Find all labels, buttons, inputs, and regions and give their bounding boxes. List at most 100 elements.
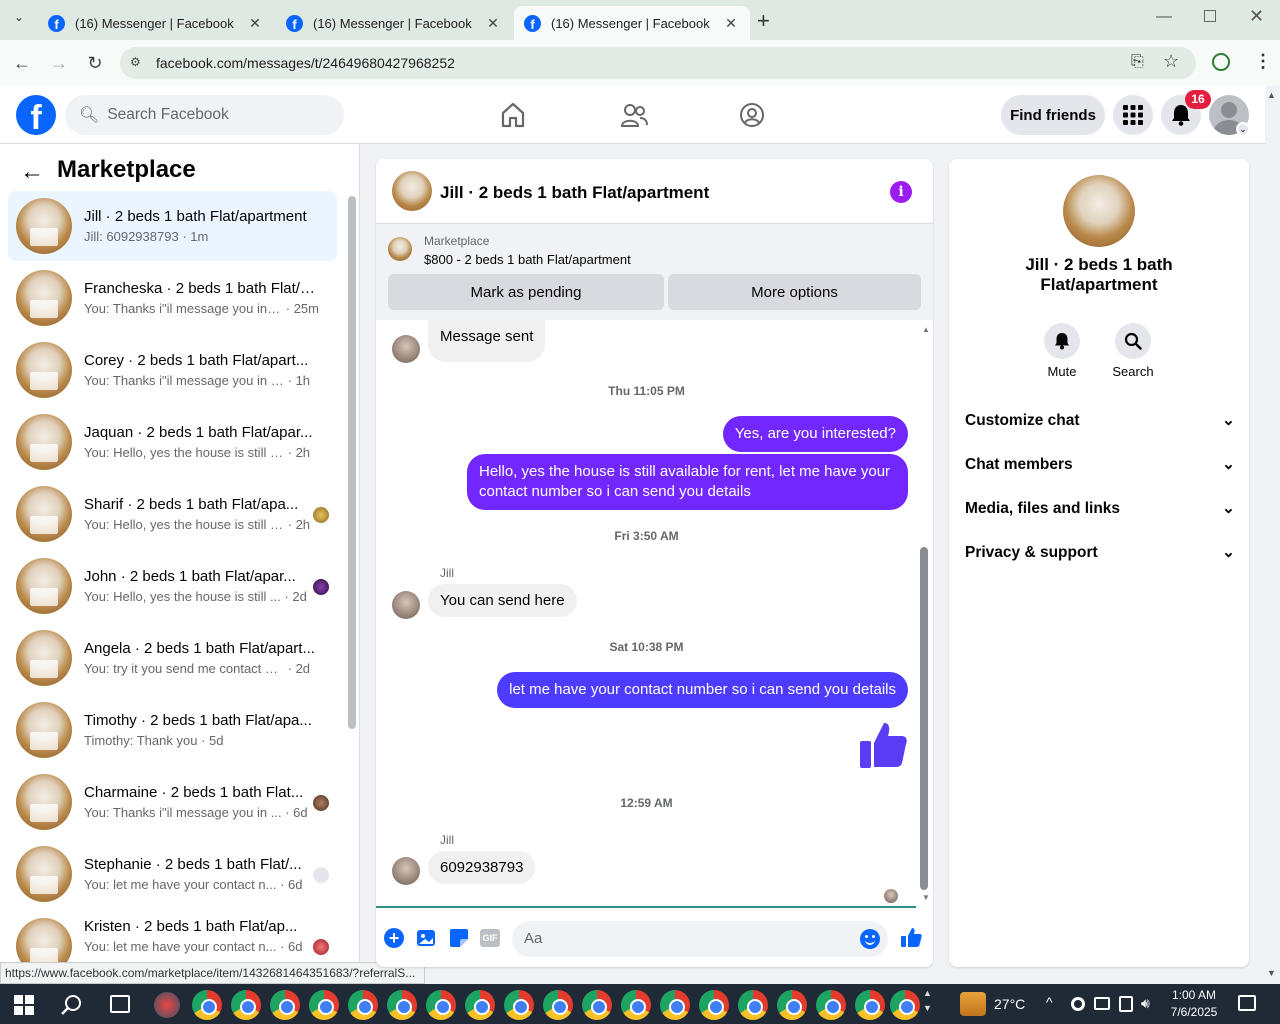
message-bubble-in[interactable]: Message sent — [428, 320, 546, 362]
scroll-down-arrow[interactable]: ▼ — [922, 893, 930, 902]
close-tab-icon[interactable]: ✕ — [722, 15, 740, 32]
listing-summary[interactable]: $800 - 2 beds 1 bath Flat/apartment — [424, 252, 631, 267]
chrome-taskbar-icon[interactable] — [543, 990, 573, 1020]
tray-status-icon[interactable] — [1071, 997, 1085, 1011]
chrome-taskbar-icon[interactable] — [231, 990, 261, 1020]
search-in-conversation-button[interactable] — [1115, 323, 1151, 359]
find-friends-button[interactable]: Find friends — [1001, 95, 1105, 135]
conversation-item-jill[interactable]: Jill · 2 beds 1 bath Flat/apartment Jill… — [8, 191, 337, 261]
taskbar-clock[interactable]: 1:00 AM 7/6/2025 — [1164, 987, 1224, 1021]
chrome-taskbar-icon[interactable] — [387, 990, 417, 1020]
conversation-info-icon[interactable]: i — [890, 181, 912, 203]
taskbar-app-icon[interactable] — [154, 992, 180, 1018]
chrome-taskbar-icon[interactable] — [309, 990, 339, 1020]
minimize-window-icon[interactable]: — — [1156, 8, 1172, 26]
profile-icon[interactable] — [1212, 53, 1230, 71]
close-window-icon[interactable]: ✕ — [1249, 6, 1264, 27]
message-bubble-out[interactable]: Yes, are you interested? — [722, 416, 908, 452]
close-tab-icon[interactable]: ✕ — [484, 15, 502, 32]
sticker-icon[interactable] — [448, 927, 470, 949]
chrome-taskbar-icon[interactable] — [426, 990, 456, 1020]
tab-search-dropdown[interactable]: ⌄ — [8, 10, 30, 32]
thumbs-up-sticker-icon[interactable] — [858, 719, 908, 769]
chrome-taskbar-icon[interactable] — [777, 990, 807, 1020]
taskbar-search-icon[interactable] — [60, 993, 84, 1017]
message-scrollbar[interactable]: ▲ ▼ — [918, 325, 930, 905]
message-bubble-out[interactable]: let me have your contact number so i can… — [497, 672, 908, 708]
browser-tab-2[interactable]: f (16) Messenger | Facebook ✕ — [276, 6, 512, 40]
new-tab-icon[interactable]: + — [757, 8, 770, 34]
network-icon[interactable] — [1094, 997, 1110, 1010]
conversation-item-jaquan[interactable]: Jaquan · 2 beds 1 bath Flat/apar... You:… — [8, 407, 337, 477]
conversation-item-timothy[interactable]: Timothy · 2 beds 1 bath Flat/apa... Timo… — [8, 695, 337, 765]
scroll-up-arrow[interactable]: ▲ — [922, 325, 930, 334]
back-arrow-icon[interactable]: ← — [20, 158, 44, 186]
chrome-taskbar-icon[interactable] — [738, 990, 768, 1020]
privacy-support-section[interactable]: Privacy & support ⌄ — [965, 543, 1235, 562]
page-scroll-up-arrow[interactable]: ▲ — [1267, 90, 1276, 100]
chrome-taskbar-icon[interactable] — [465, 990, 495, 1020]
chrome-taskbar-icon[interactable] — [348, 990, 378, 1020]
message-bubble-in[interactable]: You can send here — [428, 584, 577, 617]
site-info-icon[interactable]: ⚙ — [130, 55, 144, 69]
plus-icon[interactable]: + — [384, 928, 404, 948]
chrome-taskbar-icon[interactable] — [816, 990, 846, 1020]
browser-menu-icon[interactable]: ⋮ — [1254, 51, 1272, 72]
message-bubble-out[interactable]: Hello, yes the house is still available … — [467, 454, 908, 510]
install-app-icon[interactable]: ⎘ — [1131, 53, 1144, 71]
message-input[interactable]: Aa — [512, 921, 888, 957]
conversation-item-corey[interactable]: Corey · 2 beds 1 bath Flat/apart... You:… — [8, 335, 337, 405]
mute-button[interactable] — [1044, 323, 1080, 359]
home-icon[interactable] — [500, 101, 526, 129]
chrome-taskbar-icon[interactable] — [890, 990, 920, 1020]
reload-icon[interactable]: ↻ — [83, 52, 107, 74]
browser-tab-3-active[interactable]: f (16) Messenger | Facebook ✕ — [514, 6, 750, 40]
facebook-logo-icon[interactable]: f — [16, 95, 56, 135]
chevron-down-icon[interactable]: ⌄ — [1236, 122, 1250, 136]
meet-icon[interactable] — [1119, 996, 1133, 1012]
conversation-item-sharif[interactable]: Sharif · 2 beds 1 bath Flat/apa... You: … — [8, 479, 337, 549]
photo-icon[interactable] — [416, 928, 438, 948]
chat-members-section[interactable]: Chat members ⌄ — [965, 455, 1235, 474]
bookmark-star-icon[interactable]: ☆ — [1163, 51, 1179, 72]
browser-tab-1[interactable]: f (16) Messenger | Facebook ✕ — [38, 6, 274, 40]
chrome-taskbar-icon[interactable] — [504, 990, 534, 1020]
emoji-icon[interactable] — [860, 929, 880, 949]
chat-listing-thumbnail[interactable] — [392, 171, 432, 211]
chat-title[interactable]: Jill · 2 beds 1 bath Flat/apartment — [440, 183, 709, 203]
weather-temperature[interactable]: 27°C — [994, 996, 1025, 1012]
windows-start-icon[interactable] — [14, 995, 34, 1015]
taskbar-scroll-arrows[interactable]: ▲ ▼ — [923, 986, 932, 1016]
conversation-item-john[interactable]: John · 2 beds 1 bath Flat/apar... You: H… — [8, 551, 337, 621]
page-scroll-down-arrow[interactable]: ▼ — [1267, 968, 1276, 978]
chrome-taskbar-icon[interactable] — [699, 990, 729, 1020]
volume-icon[interactable]: 🔊︎ — [1141, 995, 1150, 1012]
forward-icon[interactable]: → — [47, 52, 71, 74]
conversation-item-stephanie[interactable]: Stephanie · 2 beds 1 bath Flat/... You: … — [8, 839, 337, 909]
customize-chat-section[interactable]: Customize chat ⌄ — [965, 411, 1235, 430]
conversation-item-angela[interactable]: Angela · 2 beds 1 bath Flat/apart... You… — [8, 623, 337, 693]
chrome-taskbar-icon[interactable] — [582, 990, 612, 1020]
back-icon[interactable]: ← — [10, 52, 34, 74]
listing-avatar[interactable] — [1063, 175, 1135, 247]
chrome-taskbar-icon[interactable] — [660, 990, 690, 1020]
mark-as-pending-button[interactable]: Mark as pending — [388, 274, 664, 310]
task-view-icon[interactable] — [110, 995, 130, 1013]
scroll-thumb[interactable] — [920, 547, 928, 890]
maximize-window-icon[interactable] — [1204, 10, 1216, 22]
address-bar[interactable]: facebook.com/messages/t/2464968042796825… — [120, 47, 1196, 79]
menu-grid-button[interactable] — [1113, 95, 1153, 135]
conversation-scrollbar[interactable] — [348, 196, 356, 729]
chrome-taskbar-icon[interactable] — [192, 990, 222, 1020]
send-like-icon[interactable] — [900, 926, 922, 948]
close-tab-icon[interactable]: ✕ — [246, 15, 264, 32]
chrome-taskbar-icon[interactable] — [270, 990, 300, 1020]
search-facebook-input[interactable]: 🔍︎ Search Facebook — [65, 95, 344, 135]
notification-center-icon[interactable] — [1238, 995, 1256, 1011]
groups-icon[interactable] — [739, 102, 765, 128]
conversation-item-charmaine[interactable]: Charmaine · 2 beds 1 bath Flat... You: T… — [8, 767, 337, 837]
conversation-item-francheska[interactable]: Francheska · 2 beds 1 bath Flat/a... You… — [8, 263, 337, 333]
chrome-taskbar-icon[interactable] — [621, 990, 651, 1020]
message-bubble-in[interactable]: 6092938793 — [428, 851, 536, 884]
chrome-taskbar-icon[interactable] — [855, 990, 885, 1020]
